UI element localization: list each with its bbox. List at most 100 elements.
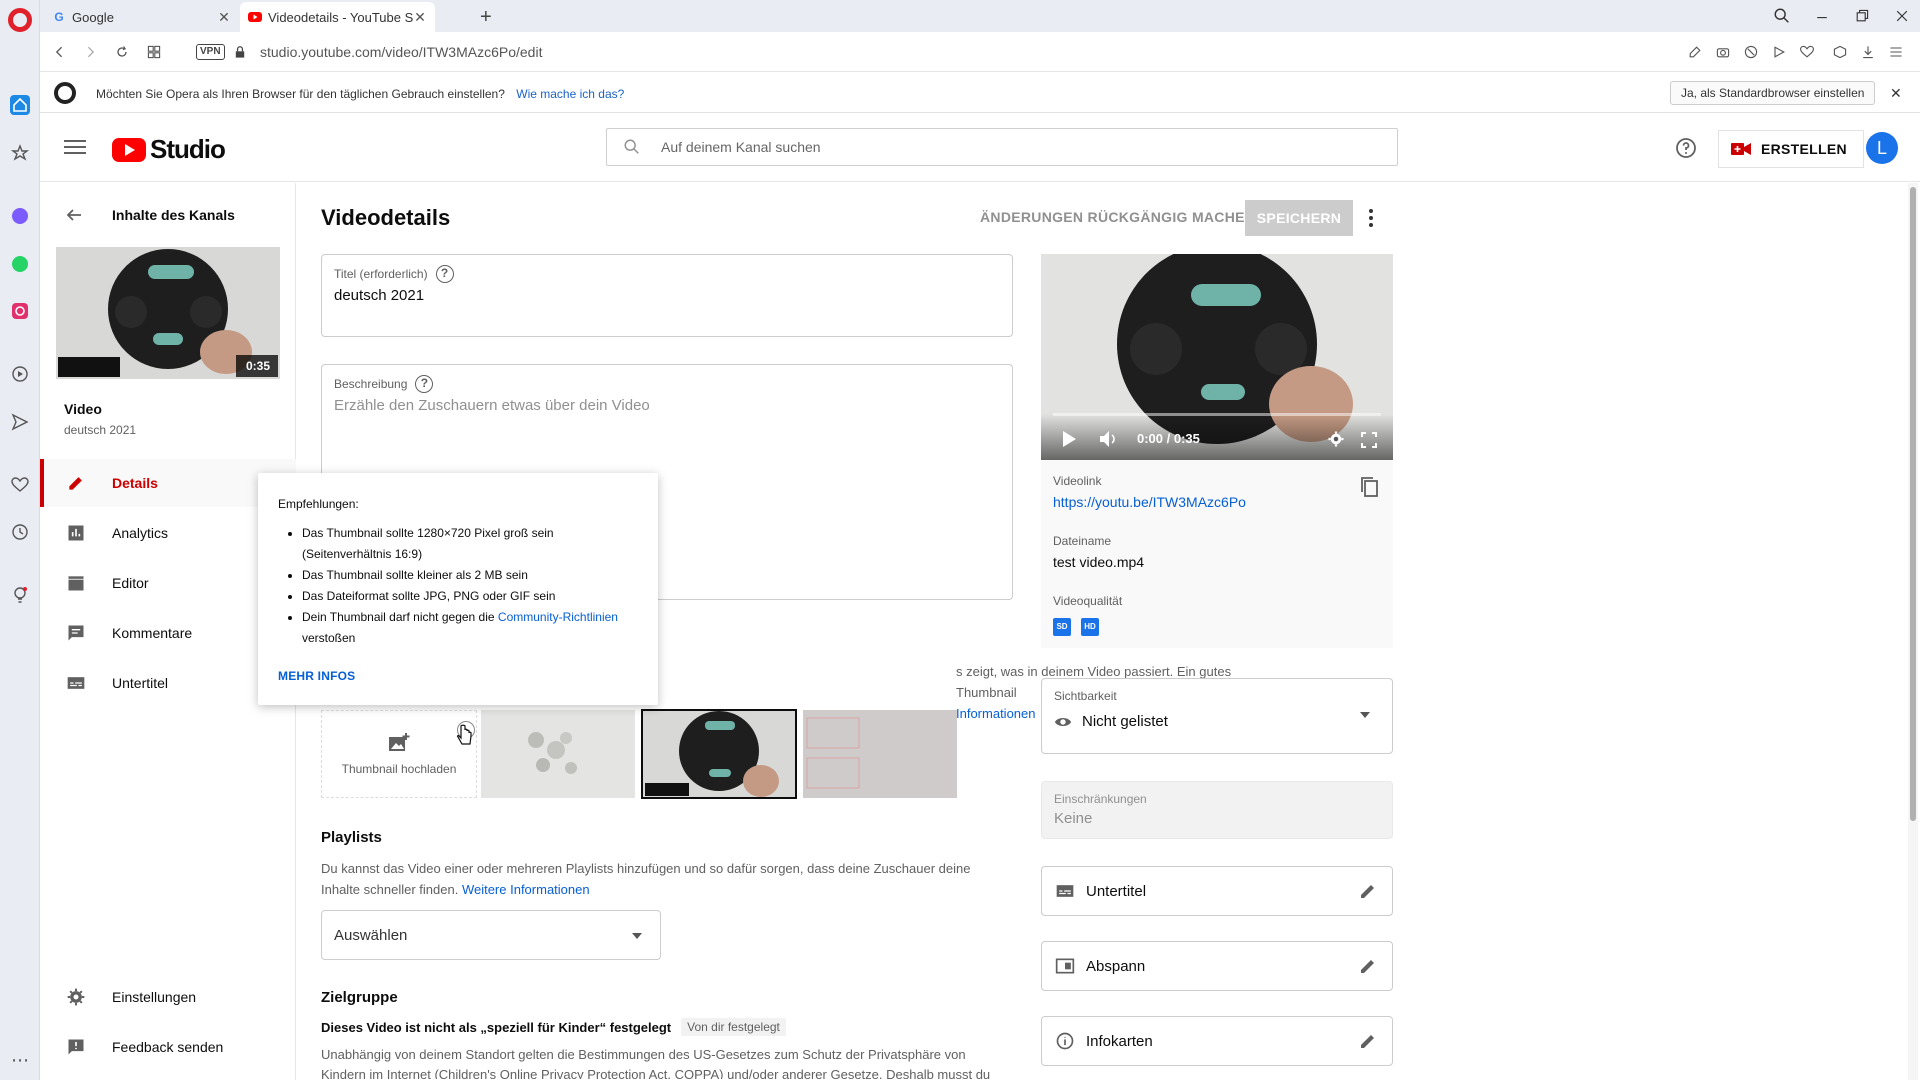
speed-dial-grid-icon[interactable] bbox=[144, 42, 164, 62]
restrictions-field: Einschränkungen Keine bbox=[1041, 781, 1393, 839]
lock-icon[interactable] bbox=[230, 42, 250, 62]
playlists-description: Du kannst das Video einer oder mehreren … bbox=[321, 861, 971, 897]
heart-icon[interactable] bbox=[1797, 42, 1817, 62]
easy-setup-icon[interactable] bbox=[1685, 42, 1705, 62]
nav-label: Editor bbox=[112, 575, 149, 591]
more-info-link[interactable]: MEHR INFOS bbox=[278, 669, 355, 683]
volume-icon[interactable] bbox=[1099, 430, 1119, 448]
eye-icon bbox=[1054, 717, 1072, 726]
subtitles-icon bbox=[1054, 880, 1076, 902]
forward-icon[interactable] bbox=[80, 42, 100, 62]
whatsapp-icon[interactable] bbox=[10, 254, 30, 274]
more-options-icon[interactable] bbox=[1368, 207, 1374, 229]
close-icon[interactable]: ✕ bbox=[413, 10, 427, 24]
download-icon[interactable] bbox=[1858, 42, 1878, 62]
help-icon[interactable]: ? bbox=[415, 375, 434, 393]
upload-thumbnail-button[interactable]: Thumbnail hochladen bbox=[321, 710, 477, 798]
fullscreen-icon[interactable] bbox=[1361, 432, 1377, 448]
info-cards-row[interactable]: Infokarten bbox=[1041, 1016, 1393, 1066]
tab-google[interactable]: G Google ✕ bbox=[44, 2, 239, 32]
thumbnail-option-2-selected[interactable] bbox=[641, 709, 797, 799]
playlist-select[interactable]: Auswählen bbox=[321, 910, 661, 960]
description-field-label: Beschreibung ? bbox=[334, 375, 434, 393]
create-button[interactable]: ERSTELLEN bbox=[1718, 130, 1864, 168]
history-clock-icon[interactable] bbox=[10, 522, 30, 542]
scrollbar-thumb[interactable] bbox=[1910, 187, 1916, 821]
video-link-label: Videolink bbox=[1053, 474, 1102, 488]
camera-snapshot-icon[interactable] bbox=[1713, 42, 1733, 62]
thumbnail-option-3[interactable] bbox=[803, 710, 957, 798]
description-placeholder[interactable]: Erzähle den Zuschauern etwas über dein V… bbox=[334, 397, 650, 414]
back-icon[interactable] bbox=[50, 42, 70, 62]
end-screen-icon bbox=[1054, 955, 1076, 977]
how-to-link[interactable]: Wie mache ich das? bbox=[516, 87, 624, 101]
studio-logo[interactable]: Studio bbox=[112, 134, 226, 165]
lightbulb-icon[interactable] bbox=[10, 585, 30, 605]
tab-videodetails[interactable]: Videodetails - YouTube Stu ✕ bbox=[240, 2, 435, 32]
end-screen-row[interactable]: Abspann bbox=[1041, 941, 1393, 991]
channel-search[interactable] bbox=[606, 128, 1398, 166]
set-default-browser-button[interactable]: Ja, als Standardbrowser einstellen bbox=[1670, 81, 1876, 105]
new-tab-icon[interactable]: + bbox=[480, 6, 492, 29]
community-guidelines-link[interactable]: Community-Richtlinien bbox=[498, 610, 618, 624]
menu-icon[interactable] bbox=[1886, 42, 1906, 62]
filename-value: test video.mp4 bbox=[1053, 554, 1145, 570]
list-item: Dein Thumbnail darf nicht gegen die Comm… bbox=[302, 607, 642, 649]
nav-item-settings[interactable]: Einstellungen bbox=[40, 973, 296, 1021]
opera-logo-icon[interactable] bbox=[8, 8, 32, 32]
search-tabs-icon[interactable] bbox=[1770, 4, 1794, 28]
visibility-select[interactable]: Sichtbarkeit Nicht gelistet bbox=[1041, 678, 1393, 754]
thumbnail-option-1[interactable] bbox=[481, 710, 635, 798]
gear-icon[interactable] bbox=[1327, 430, 1345, 448]
pencil-icon bbox=[64, 471, 88, 495]
home-icon[interactable] bbox=[10, 95, 30, 115]
instagram-icon[interactable] bbox=[10, 301, 30, 321]
undo-changes-button[interactable]: ÄNDERUNGEN RÜCKGÄNGIG MACHEN bbox=[980, 209, 1255, 225]
save-button[interactable]: SPEICHERN bbox=[1245, 200, 1353, 236]
subtitles-row[interactable]: Untertitel bbox=[1041, 866, 1393, 916]
edit-pencil-icon[interactable] bbox=[1358, 956, 1378, 976]
restore-icon[interactable] bbox=[1850, 4, 1874, 28]
page-scrollbar[interactable] bbox=[1908, 183, 1918, 1080]
nav-item-feedback[interactable]: Feedback senden bbox=[40, 1023, 296, 1071]
help-icon[interactable]: ? bbox=[435, 265, 454, 283]
minimize-icon[interactable] bbox=[1810, 4, 1834, 28]
help-icon[interactable] bbox=[1674, 136, 1698, 160]
hamburger-menu-icon[interactable] bbox=[64, 136, 86, 158]
search-input[interactable] bbox=[661, 137, 1361, 157]
close-icon[interactable]: ✕ bbox=[1890, 85, 1902, 102]
vpn-badge[interactable]: VPN bbox=[196, 44, 225, 60]
video-info-panel: Videolink https://youtu.be/ITW3MAzc6Po D… bbox=[1041, 460, 1393, 648]
info-cards-label: Infokarten bbox=[1086, 1032, 1153, 1050]
video-thumbnail[interactable]: 0:35 bbox=[56, 247, 280, 379]
play-icon[interactable] bbox=[1061, 430, 1077, 448]
send-icon[interactable] bbox=[10, 412, 30, 432]
edit-pencil-icon[interactable] bbox=[1358, 881, 1378, 901]
tab-bar: G Google ✕ Videodetails - YouTube Stu ✕ … bbox=[40, 0, 1920, 32]
bookmarks-star-icon[interactable] bbox=[10, 143, 30, 163]
title-field[interactable]: Titel (erforderlich) ? deutsch 2021 bbox=[321, 254, 1013, 337]
avatar[interactable]: L bbox=[1866, 132, 1898, 164]
window-close-icon[interactable] bbox=[1890, 4, 1914, 28]
edit-pencil-icon[interactable] bbox=[1358, 1031, 1378, 1051]
player-progress-bar[interactable] bbox=[1053, 413, 1381, 416]
playlists-more-info-link[interactable]: Weitere Informationen bbox=[462, 882, 590, 897]
close-icon[interactable]: ✕ bbox=[217, 10, 231, 24]
title-value[interactable]: deutsch 2021 bbox=[334, 287, 424, 304]
copy-icon[interactable] bbox=[1359, 476, 1379, 498]
url-text[interactable]: studio.youtube.com/video/ITW3MAzc6Po/edi… bbox=[260, 44, 542, 60]
video-label: Video bbox=[64, 401, 102, 417]
video-player[interactable]: 0:00 / 0:35 bbox=[1041, 254, 1393, 460]
play-icon[interactable] bbox=[1769, 42, 1789, 62]
back-to-channel-content[interactable]: Inhalte des Kanals bbox=[64, 205, 235, 225]
more-dots-icon[interactable]: ⋯ bbox=[10, 1050, 30, 1070]
restrictions-value: Keine bbox=[1054, 810, 1093, 827]
messenger-icon[interactable] bbox=[10, 206, 30, 226]
reload-icon[interactable] bbox=[112, 42, 132, 62]
adblock-icon[interactable] bbox=[1741, 42, 1761, 62]
video-link[interactable]: https://youtu.be/ITW3MAzc6Po bbox=[1053, 494, 1246, 510]
player-icon[interactable] bbox=[10, 364, 30, 384]
thumbnail-info-link[interactable]: Informationen bbox=[956, 706, 1036, 721]
extensions-cube-icon[interactable] bbox=[1830, 42, 1850, 62]
heart-icon[interactable] bbox=[10, 475, 30, 495]
